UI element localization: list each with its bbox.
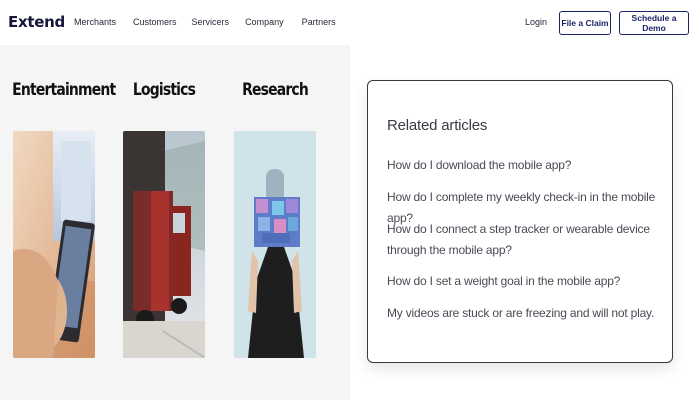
- main-nav: Merchants Customers Servicers Company Pa…: [74, 17, 336, 27]
- extend-logo[interactable]: Extend: [8, 13, 65, 31]
- login-link[interactable]: Login: [525, 17, 547, 27]
- category-entertainment[interactable]: Entertainment: [12, 80, 116, 358]
- article-link[interactable]: My videos are stuck or are freezing and …: [387, 303, 667, 324]
- nav-item-partners[interactable]: Partners: [302, 17, 336, 27]
- research-image: [234, 131, 316, 358]
- category-research[interactable]: Research: [234, 80, 316, 358]
- category-title: Research: [242, 80, 309, 100]
- nav-item-company[interactable]: Company: [245, 17, 284, 27]
- article-link[interactable]: How do I set a weight goal in the mobile…: [387, 271, 667, 292]
- category-title: Entertainment: [12, 80, 116, 100]
- entertainment-image: [13, 131, 95, 358]
- nav-item-customers[interactable]: Customers: [133, 17, 177, 27]
- logistics-image: [123, 131, 205, 358]
- related-articles-card: Related articles How do I download the m…: [367, 80, 673, 363]
- nav-item-merchants[interactable]: Merchants: [74, 17, 116, 27]
- nav-item-servicers[interactable]: Servicers: [192, 17, 230, 27]
- file-claim-button[interactable]: File a Claim: [559, 11, 611, 35]
- category-logistics[interactable]: Logistics: [123, 80, 205, 358]
- top-header: Extend Merchants Customers Servicers Com…: [0, 0, 700, 45]
- schedule-demo-button[interactable]: Schedule a Demo: [619, 11, 689, 35]
- article-link[interactable]: How do I download the mobile app?: [387, 155, 667, 176]
- related-articles-title: Related articles: [387, 117, 488, 134]
- article-link[interactable]: How do I connect a step tracker or weara…: [387, 219, 667, 261]
- categories-section: Entertainment Logistics Research: [0, 45, 350, 400]
- category-title: Logistics: [132, 80, 196, 100]
